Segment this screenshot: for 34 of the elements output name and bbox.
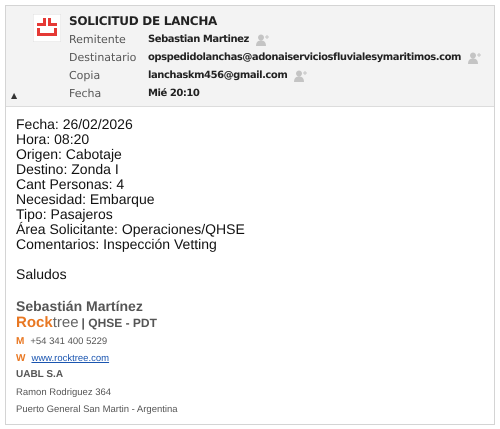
body-line: Destino: Zonda I [16,162,119,177]
signature-name: Sebastián Martínez [16,298,143,314]
field-label: Remitente [69,32,127,48]
field-value: lanchaskm456@gmail.com [148,69,288,83]
collapse-toggle[interactable]: ▲ [11,90,18,102]
body-line: Comentarios: Inspección Vetting [16,237,217,252]
field-value: opspedidolanchas@adonaiserviciosfluvialesymaritimos.com [148,51,461,65]
body-line: Cant Personas: 4 [16,177,126,192]
field-label: Destinatario [69,50,138,66]
body-line: Hora: 08:20 [16,132,90,147]
organization-name: UABL S.A [16,368,64,382]
body-line: Tipo: Pasajeros [16,207,113,222]
field-value: Mié 20:10 [148,87,200,101]
body-line: Necesidad: Embarque [16,192,156,207]
field-label: Copia [69,68,102,84]
website-link[interactable]: www.rocktree.com [31,351,110,366]
contact-key: M [16,334,24,349]
email-subject: SOLICITUD DE LANCHA [69,14,218,30]
body-line: Área Solicitante: Operaciones/QHSE [16,222,246,237]
field-label: Fecha [69,86,102,102]
closing-text: Saludos [16,267,68,282]
address-line: Puerto General San Martin - Argentina [16,403,178,417]
sender-logo-icon [33,14,61,42]
signature-role: | QHSE - PDT [82,315,157,332]
add-contact-icon[interactable] [256,34,270,46]
phone-number: +54 341 400 5229 [30,335,108,349]
contact-key: W [16,351,26,366]
field-value: Sebastian Martinez [148,33,249,47]
body-line: Origen: Cabotaje [16,147,123,162]
add-contact-icon[interactable] [468,52,482,64]
body-line: Fecha: 26/02/2026 [16,117,134,132]
company-logo: Rocktree [16,314,79,332]
add-contact-icon[interactable] [294,70,308,82]
address-line: Ramon Rodriguez 364 [16,386,112,400]
